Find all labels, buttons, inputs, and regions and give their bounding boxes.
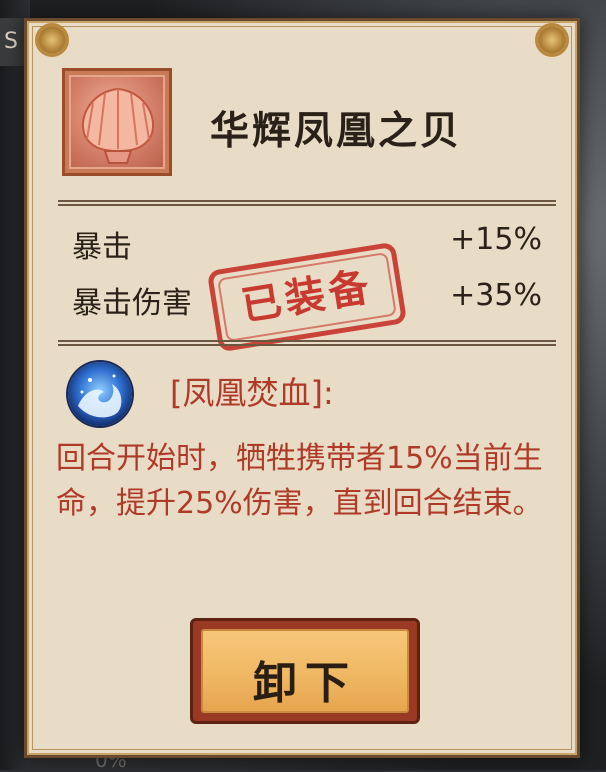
divider-top — [58, 200, 556, 206]
stat-label: 暴击伤害 — [72, 286, 192, 321]
corner-ornament-icon — [535, 23, 569, 57]
divider-bottom — [58, 340, 556, 346]
phoenix-shell-icon — [82, 87, 154, 164]
corner-ornament-icon — [35, 23, 69, 57]
stat-value: +35% — [450, 278, 542, 313]
stat-label: 暴击 — [72, 230, 132, 265]
skill-title: [凤凰焚血]: — [170, 374, 334, 412]
stat-value: +15% — [450, 222, 542, 257]
unequip-button-label: 卸下 — [253, 658, 357, 709]
item-name: 华辉凤凰之贝 — [210, 109, 463, 154]
skill-description: 回合开始时，牺牲携带者15%当前生命，提升25%伤害，直到回合结束。 — [56, 441, 543, 521]
item-icon-frame — [62, 68, 172, 176]
wave-skill-icon — [68, 362, 132, 426]
unequip-button[interactable]: 卸下 — [190, 618, 420, 724]
